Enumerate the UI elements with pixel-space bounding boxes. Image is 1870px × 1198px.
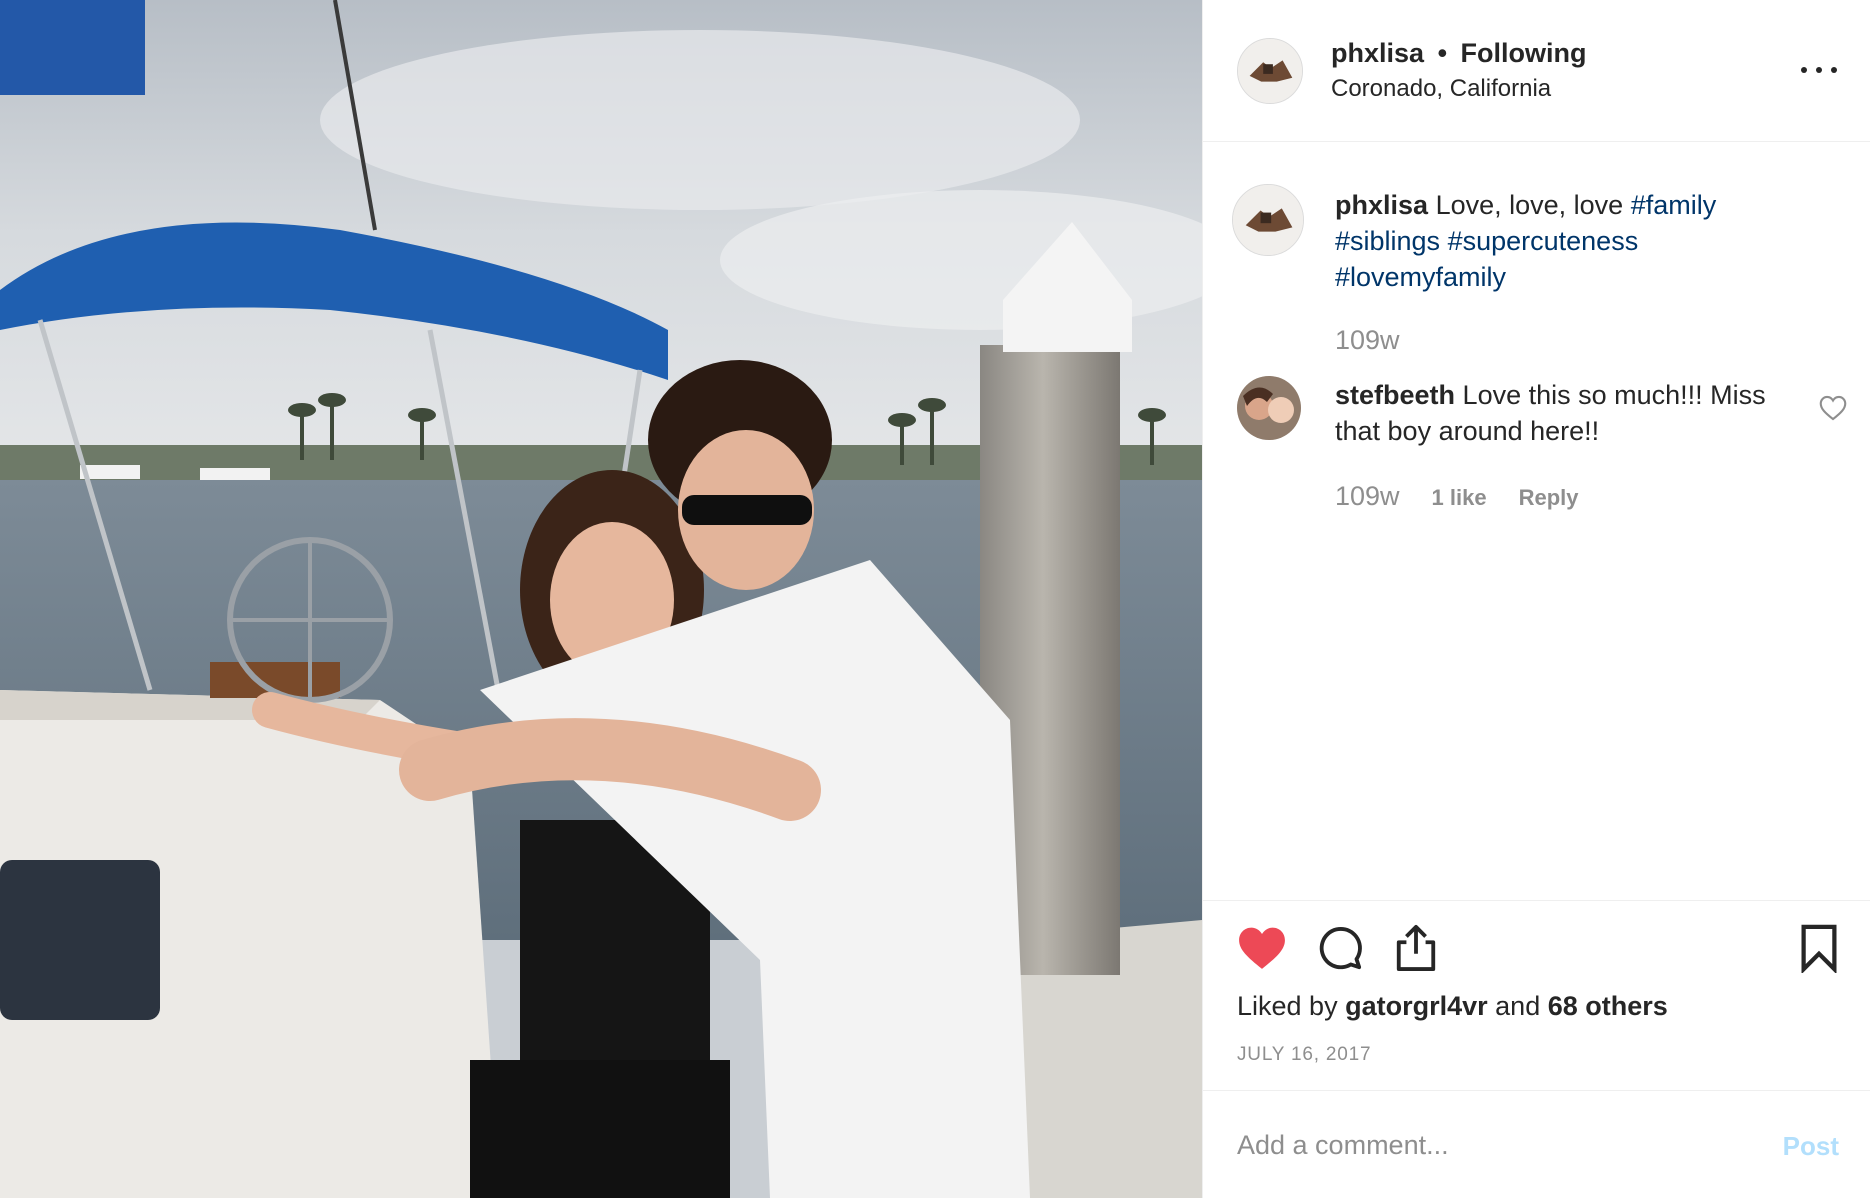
heart-outline-icon[interactable] — [1819, 395, 1847, 421]
author-line: phxlisa • Following — [1331, 38, 1587, 69]
add-comment-bar: Post — [1203, 1090, 1870, 1198]
author-username[interactable]: phxlisa — [1331, 38, 1424, 68]
post-photo[interactable] — [0, 0, 1202, 1198]
caption-timestamp[interactable]: 109w — [1335, 325, 1400, 356]
more-options-icon[interactable] — [1801, 58, 1837, 82]
photo-image — [0, 0, 1202, 1198]
reply-button[interactable]: Reply — [1519, 485, 1579, 511]
bookmark-icon[interactable] — [1799, 923, 1839, 973]
hashtag-supercuteness[interactable]: #supercuteness — [1448, 226, 1639, 256]
comment-timestamp[interactable]: 109w — [1335, 481, 1400, 512]
liked-by-summary: Liked by gatorgrl4vr and 68 others — [1237, 991, 1668, 1022]
hashtag-family[interactable]: #family — [1631, 190, 1717, 220]
hashtag-lovemyfamily[interactable]: #lovemyfamily — [1335, 262, 1506, 292]
comment-text: stefbeeth Love this so much!!! Miss that… — [1335, 377, 1775, 449]
post-actions: Liked by gatorgrl4vr and 68 others JULY … — [1203, 900, 1870, 1090]
likes-count-button[interactable]: 68 others — [1548, 991, 1668, 1021]
commenter-username[interactable]: stefbeeth — [1335, 380, 1455, 410]
caption-body: Love, love, love — [1435, 190, 1624, 220]
dot-3 — [1831, 67, 1837, 73]
hashtag-siblings[interactable]: #siblings — [1335, 226, 1440, 256]
liked-by-and: and — [1495, 991, 1541, 1021]
caption-text: phxlisa Love, love, love #family #siblin… — [1335, 187, 1805, 295]
caption-username[interactable]: phxlisa — [1335, 190, 1428, 220]
author-avatar[interactable] — [1237, 38, 1303, 104]
post-details-panel: phxlisa • Following Coronado, California… — [1202, 0, 1870, 1198]
liked-by-user[interactable]: gatorgrl4vr — [1345, 991, 1488, 1021]
comment-input[interactable] — [1237, 1125, 1737, 1165]
follow-status-button[interactable]: Following — [1461, 38, 1587, 68]
caption-avatar[interactable] — [1232, 184, 1304, 256]
comment-bubble-icon[interactable] — [1317, 925, 1363, 971]
liked-by-prefix: Liked by — [1237, 991, 1338, 1021]
comment-likes[interactable]: 1 like — [1432, 485, 1487, 511]
post-date[interactable]: JULY 16, 2017 — [1237, 1044, 1371, 1066]
comment-meta: 109w 1 like Reply — [1335, 481, 1611, 512]
dot-1 — [1801, 67, 1807, 73]
commenter-avatar[interactable] — [1237, 376, 1301, 440]
heart-filled-icon[interactable] — [1237, 925, 1287, 971]
dot-2 — [1816, 67, 1822, 73]
post-header: phxlisa • Following Coronado, California — [1203, 0, 1870, 142]
post-location[interactable]: Coronado, California — [1331, 75, 1551, 103]
share-icon[interactable] — [1393, 923, 1439, 973]
post-comment-button[interactable]: Post — [1783, 1131, 1839, 1162]
separator-dot: • — [1437, 38, 1448, 68]
comments-section: phxlisa Love, love, love #family #siblin… — [1203, 143, 1870, 899]
